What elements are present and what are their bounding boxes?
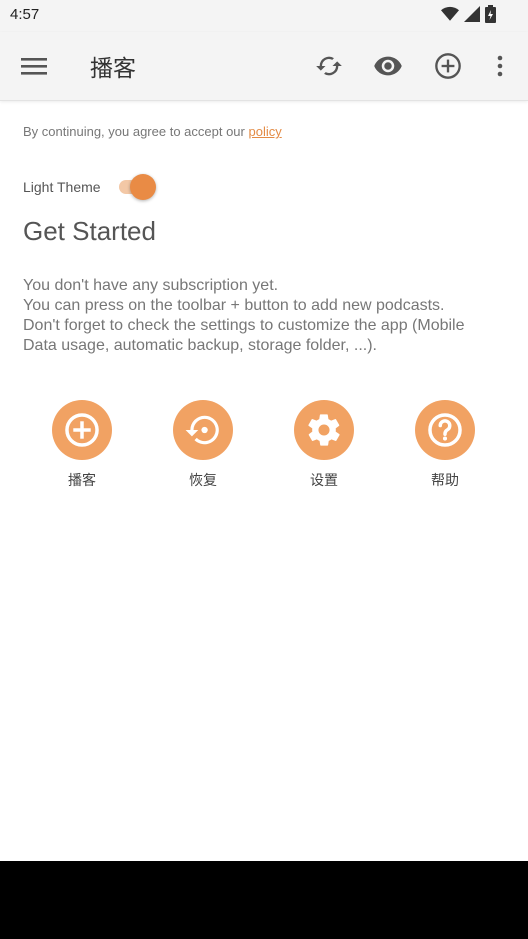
status-time: 4:57 [10, 6, 40, 23]
battery-icon [485, 5, 496, 27]
podcasts-action-button[interactable]: 播客 [32, 400, 132, 490]
theme-label: Light Theme [23, 179, 101, 195]
description-line: You don't have any subscription yet. [23, 277, 279, 294]
menu-icon[interactable] [14, 46, 54, 86]
description-line: Don't forget to check the settings to cu… [23, 317, 465, 334]
page-title: 播客 [90, 56, 136, 82]
policy-link[interactable]: policy [248, 124, 281, 139]
theme-row: Light Theme [23, 174, 156, 200]
description-line: You can press on the toolbar + button to… [23, 297, 445, 314]
refresh-icon[interactable] [309, 46, 349, 86]
help-action-button[interactable]: 帮助 [395, 400, 495, 490]
action-label: 播客 [68, 473, 96, 489]
action-label: 帮助 [431, 473, 459, 489]
quick-actions: 播客 恢复 设置 帮助 [0, 400, 528, 500]
system-navigation-bar [0, 861, 528, 939]
policy-notice: By continuing, you agree to accept our p… [23, 124, 282, 139]
add-circle-icon [52, 400, 112, 460]
wifi-icon [441, 6, 459, 26]
more-vert-icon[interactable] [480, 46, 520, 86]
status-bar: 4:57 [0, 0, 528, 32]
get-started-heading: Get Started [23, 216, 156, 246]
settings-action-button[interactable]: 设置 [274, 400, 374, 490]
toggle-thumb [129, 174, 156, 200]
action-label: 设置 [310, 473, 338, 489]
status-icons [441, 5, 496, 27]
add-circle-icon[interactable] [428, 46, 468, 86]
eye-icon[interactable] [368, 46, 408, 86]
description: You don't have any subscription yet. You… [23, 276, 513, 356]
help-icon [415, 400, 475, 460]
light-theme-toggle[interactable] [115, 174, 156, 200]
action-label: 恢复 [189, 473, 217, 489]
restore-icon [173, 400, 233, 460]
signal-icon [464, 6, 480, 26]
restore-action-button[interactable]: 恢复 [153, 400, 253, 490]
description-line: Data usage, automatic backup, storage fo… [23, 337, 377, 354]
app-toolbar: 播客 [0, 32, 528, 101]
policy-text: By continuing, you agree to accept our [23, 124, 249, 139]
settings-icon [294, 400, 354, 460]
